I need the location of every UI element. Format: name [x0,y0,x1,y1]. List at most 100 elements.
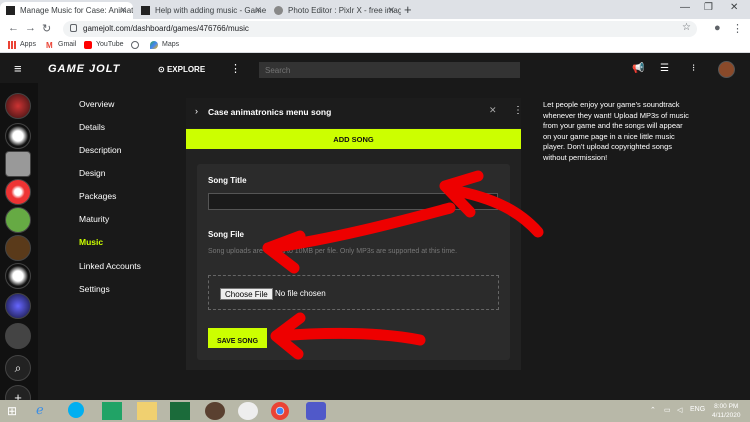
song-name: Case animatronics menu song [208,107,332,117]
add-song-form: Song Title Song File Song uploads are li… [197,164,510,360]
nav-maturity[interactable]: Maturity [79,214,109,224]
gamejolt-logo[interactable]: GAME JOLT [48,63,120,75]
game-icon-4[interactable] [5,179,31,205]
song-card-header[interactable]: › Case animatronics menu song ✕ ⋮ [186,98,523,128]
close-tab-icon[interactable]: ✕ [387,5,395,16]
nav-music[interactable]: Music [79,237,103,247]
tab-title: Help with adding music - Game [155,6,267,15]
explore-link[interactable]: ⊙ EXPLORE [158,65,205,74]
tab-strip: Manage Music for Case: Animatro ✕ Help w… [0,0,750,19]
windows-taskbar: ⊞ ℯ ⌃ ▭ ◁ ENG 8:00 PM 4/11/2020 [0,400,750,422]
new-tab-button[interactable]: + [404,2,412,17]
address-bar[interactable]: gamejolt.com/dashboard/games/476766/musi… [63,21,697,37]
app-green-icon[interactable] [170,402,190,420]
minimize-icon[interactable]: — [680,2,690,13]
song-title-label: Song Title [208,176,247,185]
bookmark-maps[interactable]: Maps [150,41,179,49]
bookmark-youtube[interactable]: YouTube [84,41,124,49]
game-icon-7[interactable] [5,263,31,289]
file-explorer-icon[interactable] [137,402,157,420]
browser-tab-manage-music[interactable]: Manage Music for Case: Animatro ✕ [0,2,133,19]
game-icon-3[interactable] [5,151,31,177]
close-tab-icon[interactable]: ✕ [119,5,127,16]
close-tab-icon[interactable]: ✕ [254,5,262,16]
clock-time: 8:00 PM [714,403,739,410]
back-arrow-icon[interactable]: ← [8,22,19,34]
chevron-right-icon[interactable]: › [195,106,198,116]
gamejolt-favicon-icon [6,6,15,15]
song-file-label: Song File [208,230,244,239]
pixlr-favicon-icon [274,6,283,15]
excel-icon[interactable] [102,402,122,420]
gmail-icon: M [46,41,53,50]
search-games-icon[interactable]: ⌕ [5,355,31,381]
notifications-icon[interactable]: ☰ [660,63,669,74]
gamejolt-favicon-icon [141,6,150,15]
taskbar-clock[interactable]: 8:00 PM 4/11/2020 [712,402,740,420]
friends-icon[interactable]: ⁝ [692,63,695,74]
profile-icon[interactable]: ● [714,22,721,34]
teams-icon[interactable] [306,402,326,420]
browser-tab-help[interactable]: Help with adding music - Game ✕ [135,2,268,19]
url-text: gamejolt.com/dashboard/games/476766/musi… [83,24,249,33]
tab-title: Manage Music for Case: Animatro [20,6,133,15]
song-card: › Case animatronics menu song ✕ ⋮ ADD SO… [186,98,523,370]
compass-icon: ⊙ [158,65,167,74]
nav-design[interactable]: Design [79,168,105,178]
site-search-input[interactable] [259,62,520,78]
nav-packages[interactable]: Packages [79,191,116,201]
game-taskbar-icon[interactable] [205,402,225,420]
maximize-icon[interactable]: ❐ [704,2,713,13]
choose-file-button[interactable]: Choose File [220,288,273,300]
bookmark-apps[interactable]: Apps [8,41,36,49]
reload-icon[interactable]: ↻ [42,22,51,35]
nav-overview[interactable]: Overview [79,99,114,109]
nav-settings[interactable]: Settings [79,284,110,294]
forward-arrow-icon[interactable]: → [25,22,36,34]
save-song-button[interactable]: SAVE SONG [208,328,267,348]
ie-icon[interactable]: ℯ [36,402,56,420]
globe-icon [131,41,139,49]
bookmark-gmail[interactable]: M Gmail [46,41,76,50]
game-icon-1[interactable] [5,93,31,119]
tab-title: Photo Editor : Pixlr X - free image [288,6,401,15]
language-indicator[interactable]: ENG [690,406,705,413]
bookmarks-bar: Apps M Gmail YouTube Maps [0,39,750,53]
nav-details[interactable]: Details [79,122,105,132]
window-close-icon[interactable]: ✕ [730,2,738,13]
browser-toolbar: ← → ↻ gamejolt.com/dashboard/games/47676… [0,19,750,39]
game-icon-2[interactable] [5,123,31,149]
clock-date: 4/11/2020 [712,412,741,419]
tray-chevron-icon[interactable]: ⌃ [650,406,656,414]
more-options-icon[interactable]: ⋮ [230,62,241,75]
nav-description[interactable]: Description [79,145,122,155]
browser-tab-pixlr[interactable]: Photo Editor : Pixlr X - free image ✕ [268,2,401,19]
bookmark-star-icon[interactable]: ☆ [682,22,691,33]
song-title-input[interactable] [208,193,498,210]
lock-icon [70,24,77,32]
file-dropzone[interactable]: Choose File No file chosen [208,275,499,310]
drag-handle-icon[interactable]: ⋮ [513,105,523,116]
game-icon-5[interactable] [5,207,31,233]
apps-grid-icon [8,41,16,49]
hamburger-menu-icon[interactable]: ≡ [14,61,22,76]
user-avatar[interactable] [718,61,735,78]
youtube-icon [84,41,92,49]
volume-icon[interactable]: ◁ [677,406,682,414]
remove-song-icon[interactable]: ✕ [489,105,497,116]
no-file-text: No file chosen [275,289,326,298]
chrome-menu-icon[interactable]: ⋮ [732,22,743,35]
windows-start-icon[interactable]: ⊞ [7,404,17,418]
maps-icon [150,41,158,49]
skype-icon[interactable] [68,402,84,418]
add-song-button[interactable]: ADD SONG [186,129,521,149]
game-icon-9[interactable] [5,323,31,349]
network-icon[interactable]: ▭ [664,406,671,414]
game-rail: ⌕ + [0,83,38,411]
announcement-icon[interactable]: 📢 [632,63,644,74]
chrome-taskbar-icon[interactable] [271,402,289,420]
game-icon-8[interactable] [5,293,31,319]
nav-linked-accounts[interactable]: Linked Accounts [79,261,141,271]
sans-taskbar-icon[interactable] [238,402,258,420]
game-icon-6[interactable] [5,235,31,261]
